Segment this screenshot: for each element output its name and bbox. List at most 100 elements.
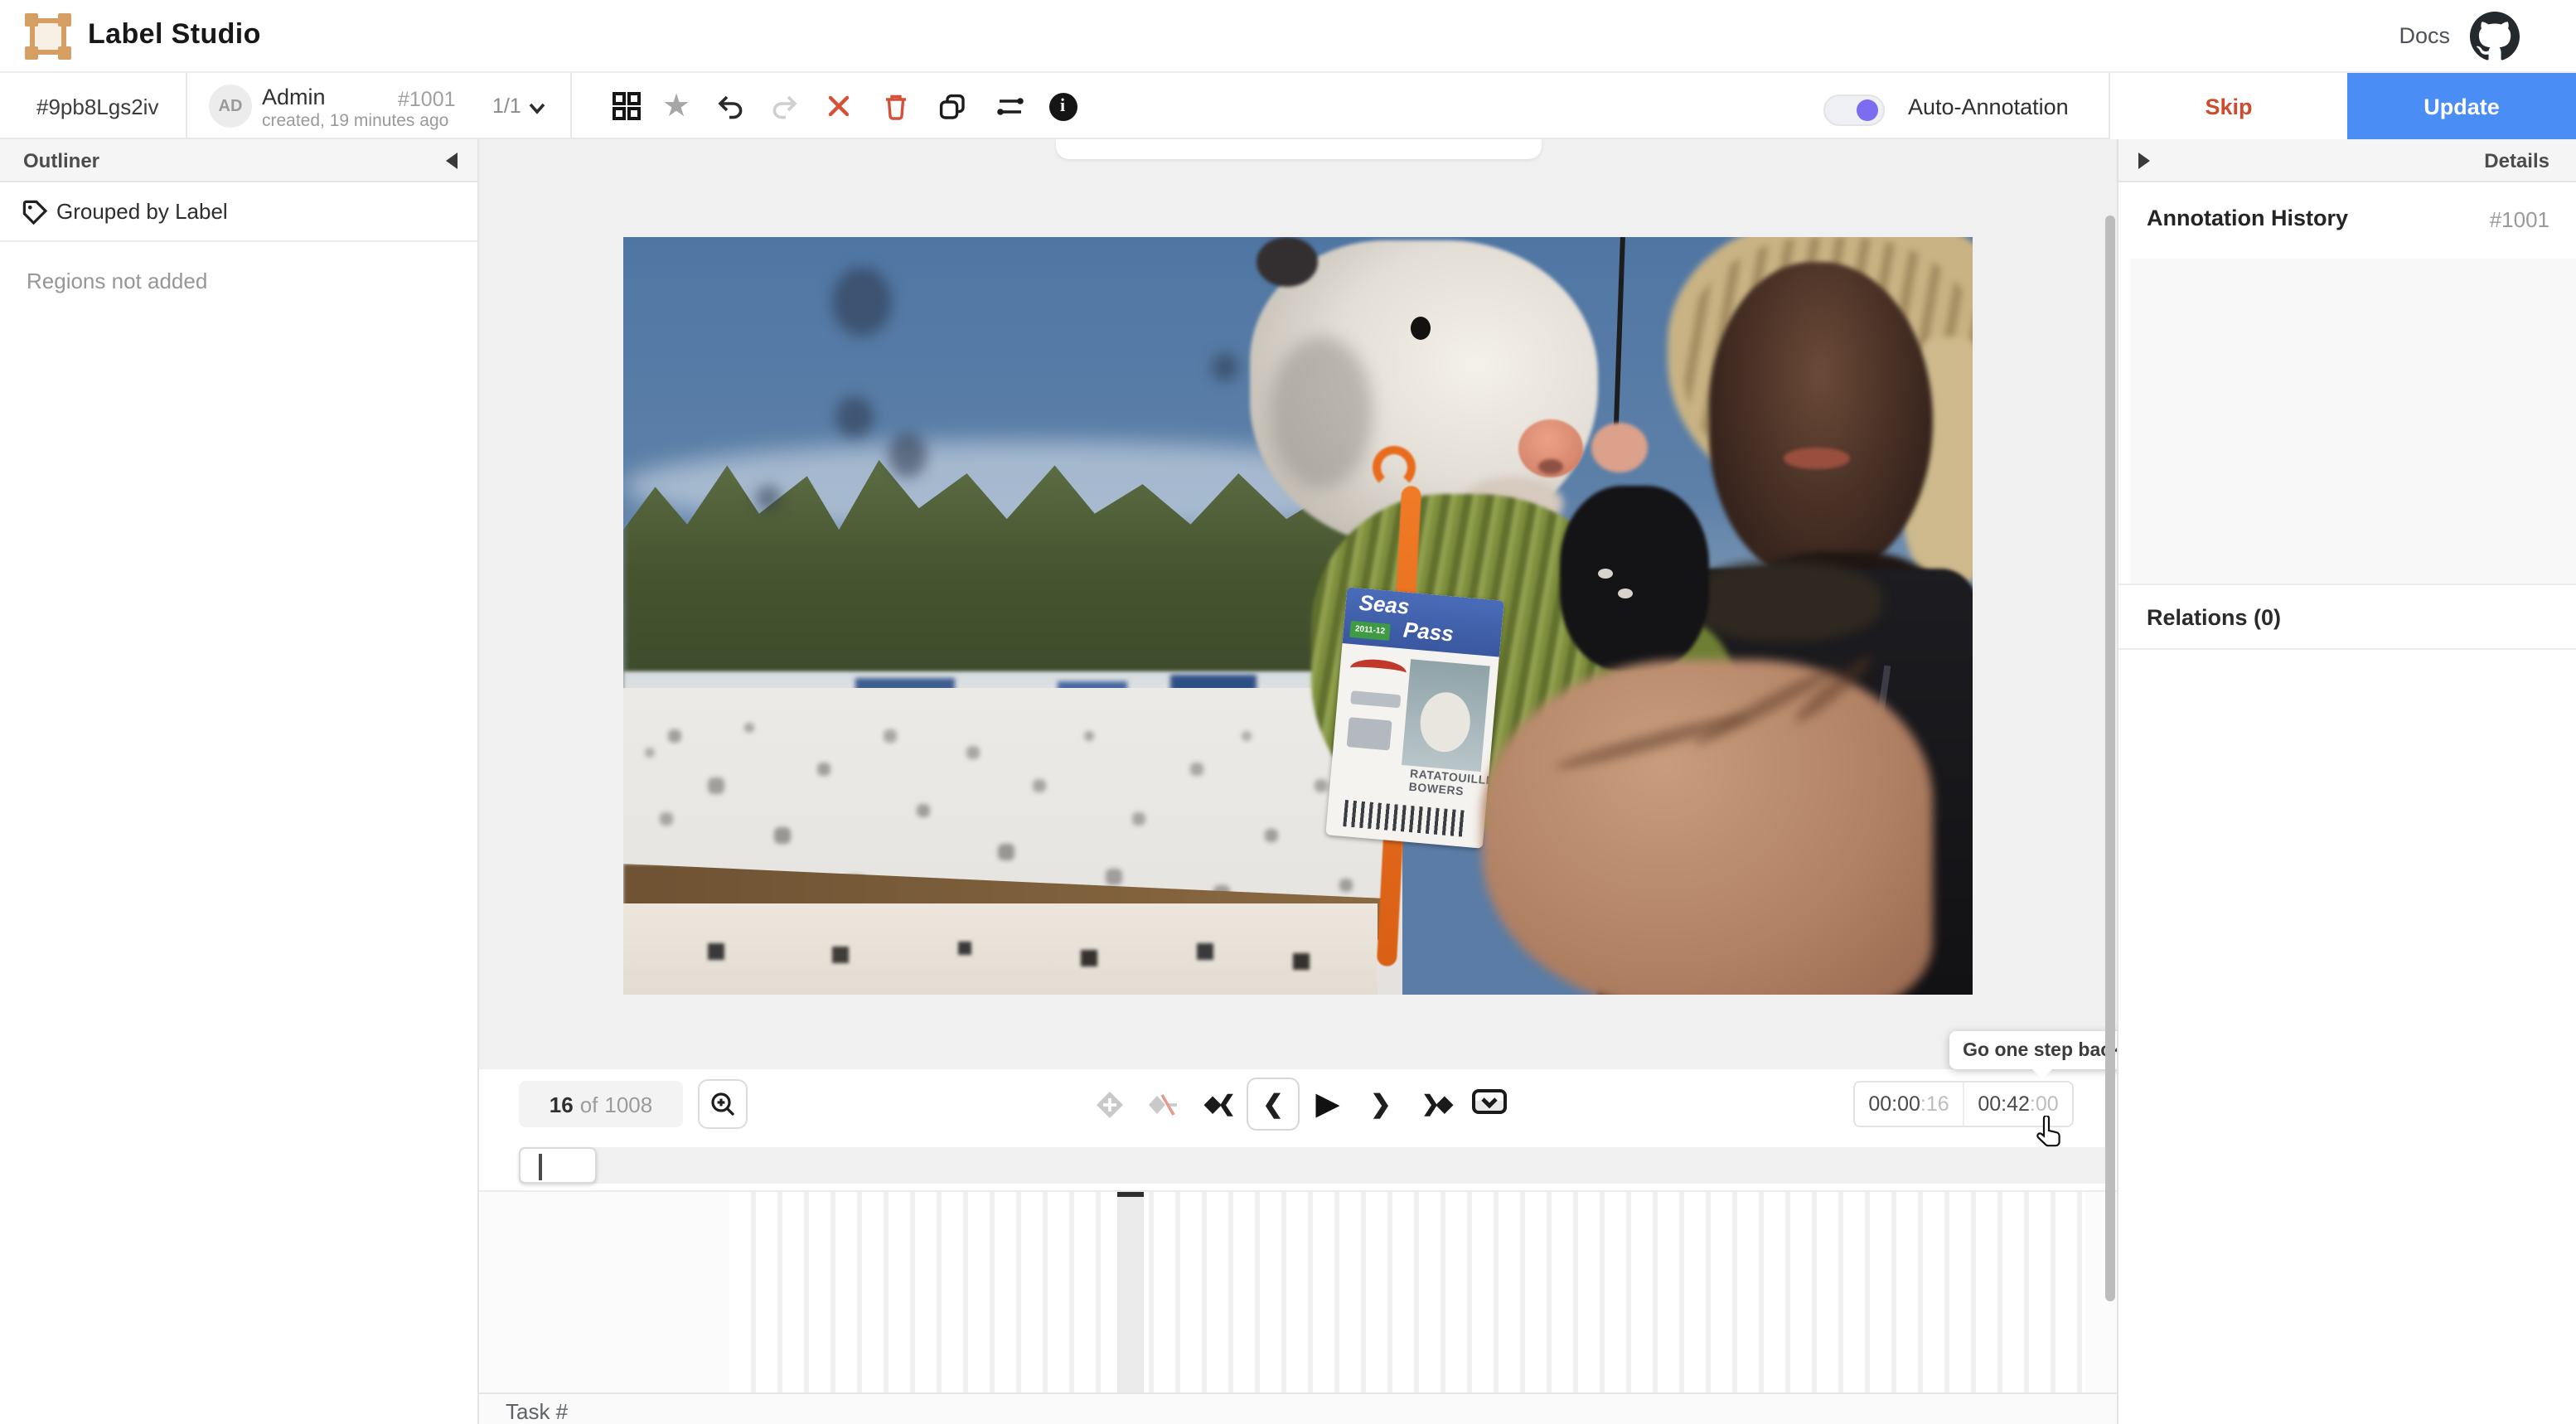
opossum-shading (1270, 337, 1373, 489)
keyframe-add-icon[interactable] (1084, 1079, 1134, 1129)
relations-icon[interactable] (986, 83, 1033, 129)
lens-spot (835, 396, 874, 438)
details-title: Details (2484, 149, 2549, 172)
current-frame-marker (1117, 1192, 1144, 1197)
star-icon[interactable]: ★ (653, 83, 700, 129)
badge-photo-opossum (1418, 690, 1473, 754)
grid-view-icon[interactable] (603, 83, 650, 129)
mouse-cursor (2034, 1116, 2067, 1152)
delete-icon[interactable] (872, 83, 918, 129)
outliner-panel: Outliner Grouped by Label Regions not ad… (0, 139, 479, 1424)
badge-text: Seas (1358, 590, 1411, 619)
minimap-position-caret (539, 1154, 542, 1180)
auto-annotation-toggle[interactable] (1823, 94, 1885, 126)
lens-spot (1212, 353, 1238, 381)
video-windows (623, 903, 627, 907)
expand-right-icon[interactable] (2138, 153, 2150, 169)
info-glyph: i (1048, 92, 1077, 120)
annotation-history-row: Annotation History #1001 (2118, 182, 2576, 259)
chevron-down-icon[interactable] (527, 96, 547, 126)
opossum-claw (1618, 588, 1633, 598)
frame-counter: 16 of 1008 (519, 1081, 683, 1127)
badge-logo (1349, 657, 1407, 684)
opossum-eye (1411, 317, 1431, 340)
frame-current: 16 (550, 1092, 574, 1116)
divider (186, 73, 187, 138)
label-studio-app: Label Studio Docs #9pb8Lgs2iv AD Admin #… (0, 0, 2576, 1424)
tag-icon (20, 197, 50, 227)
person-collar (1684, 562, 1883, 642)
next-keyframe-icon[interactable]: ❯◆ (1411, 1079, 1460, 1129)
collapse-left-icon[interactable] (446, 153, 458, 169)
badge-barcode (1343, 800, 1467, 837)
timeline-footer: Task # (479, 1393, 2117, 1424)
avatar[interactable]: AD (209, 85, 252, 128)
timeline-collapse-icon[interactable] (1472, 1089, 1507, 1114)
auto-annotation-label: Auto-Annotation (1908, 94, 2069, 119)
logo-handle (25, 13, 38, 27)
timeline-frames[interactable] (479, 1190, 2117, 1393)
task-id: #9pb8Lgs2iv (36, 94, 158, 119)
timeline-section: 16 of 1008 ◆❮ ❮ Go one step back ▶ (479, 1069, 2117, 1424)
lens-spot (832, 267, 892, 337)
timeline-minimap[interactable] (519, 1147, 2109, 1184)
orange-cord-hook (1373, 446, 1416, 489)
chevron-left-glyph: ❮ (1262, 1089, 1283, 1119)
video-frame[interactable]: Seas Pass 2011-12 RATATOUILLEBOWERS (623, 237, 1973, 995)
opossum-ear (1257, 237, 1318, 287)
docs-link[interactable]: Docs (2399, 23, 2450, 48)
grouping-label: Grouped by Label (56, 199, 228, 224)
prev-keyframe-icon[interactable]: ◆❮ (1194, 1079, 1243, 1129)
total-time-main: 00:42 (1978, 1092, 2030, 1116)
star-glyph: ★ (662, 90, 690, 122)
github-icon[interactable] (2470, 12, 2520, 61)
step-forward-icon[interactable]: ❯ (1356, 1079, 1406, 1129)
outliner-header: Outliner (0, 139, 477, 182)
toggle-knob (1857, 99, 1878, 121)
regions-empty-note: Regions not added (27, 269, 207, 293)
frame-columns[interactable] (729, 1192, 2085, 1394)
relations-title: Relations (0) (2147, 605, 2281, 630)
scrollbar[interactable] (2105, 216, 2115, 1301)
current-time-frames: :16 (1920, 1092, 1949, 1116)
step-back-icon[interactable]: ❮ Go one step back (1247, 1078, 1300, 1131)
badge-logo-small (1350, 690, 1401, 708)
skip-button[interactable]: Skip (2109, 73, 2347, 139)
divider (570, 73, 572, 138)
frame-total: 1008 (604, 1092, 652, 1116)
annotation-history-id: #1001 (2490, 207, 2549, 232)
lens-spot (889, 433, 927, 477)
relations-row[interactable]: Relations (0) (2118, 584, 2576, 650)
annotation-id: #1001 (398, 88, 456, 111)
duplicate-icon[interactable] (928, 83, 975, 129)
current-time-main: 00:00 (1868, 1092, 1920, 1116)
play-icon[interactable]: ▶ (1303, 1079, 1353, 1129)
total-time-frames: :00 (2030, 1092, 2059, 1116)
keyframe-cut-icon[interactable] (1139, 1079, 1189, 1129)
undo-icon[interactable] (706, 83, 753, 129)
grouping-selector[interactable]: Grouped by Label (0, 182, 477, 242)
annotation-history-empty (2130, 259, 2576, 584)
frame-of: of (580, 1092, 598, 1116)
opossum-nostril (1538, 459, 1563, 474)
reject-icon[interactable] (816, 83, 862, 129)
label-studio-logo-icon[interactable] (25, 13, 71, 60)
current-time: 00:00:16 (1855, 1083, 1964, 1126)
annotation-pager: 1/1 (492, 94, 521, 118)
update-button[interactable]: Update (2347, 73, 2576, 139)
minimap-viewport-handle[interactable] (519, 1147, 597, 1184)
main-annotation-area: Seas Pass 2011-12 RATATOUILLEBOWERS 16 o… (479, 139, 2117, 1424)
zoom-in-icon[interactable] (698, 1079, 748, 1129)
badge-text: Pass (1402, 617, 1455, 646)
annotator-name: Admin (262, 85, 326, 109)
info-icon[interactable]: i (1039, 83, 1086, 129)
redo-icon[interactable] (761, 83, 807, 129)
badge-logo-small (1347, 717, 1392, 750)
annotation-created: created, 19 minutes ago (262, 111, 448, 131)
video-snow-speckles (623, 237, 627, 240)
logo-handle (58, 13, 71, 27)
holder-hand (1560, 486, 1709, 671)
opossum-paw (1591, 423, 1648, 472)
video-building (623, 903, 1378, 995)
opossum-claw (1598, 569, 1613, 579)
